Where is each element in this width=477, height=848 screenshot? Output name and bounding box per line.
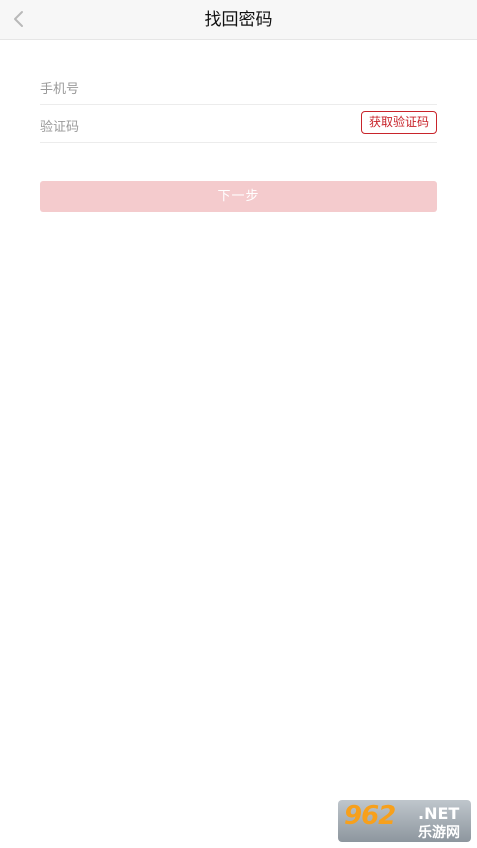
watermark-name: 乐游网 xyxy=(418,825,460,841)
verification-code-input[interactable] xyxy=(40,116,340,138)
site-watermark-logo: 962 .NET 乐游网 xyxy=(338,800,471,842)
find-password-page: 找回密码 获取验证码 下一步 962 .NET 乐游网 xyxy=(0,0,477,848)
watermark-number: 962 xyxy=(344,801,396,831)
phone-input[interactable] xyxy=(40,78,340,100)
next-step-button[interactable]: 下一步 xyxy=(40,181,437,212)
phone-row xyxy=(40,72,437,105)
page-title: 找回密码 xyxy=(204,10,273,30)
code-row: 获取验证码 xyxy=(40,110,437,143)
reset-password-form: 获取验证码 xyxy=(40,72,437,143)
watermark-domain: .NET xyxy=(418,804,460,823)
get-code-button[interactable]: 获取验证码 xyxy=(361,111,437,134)
navigation-bar: 找回密码 xyxy=(0,0,477,40)
